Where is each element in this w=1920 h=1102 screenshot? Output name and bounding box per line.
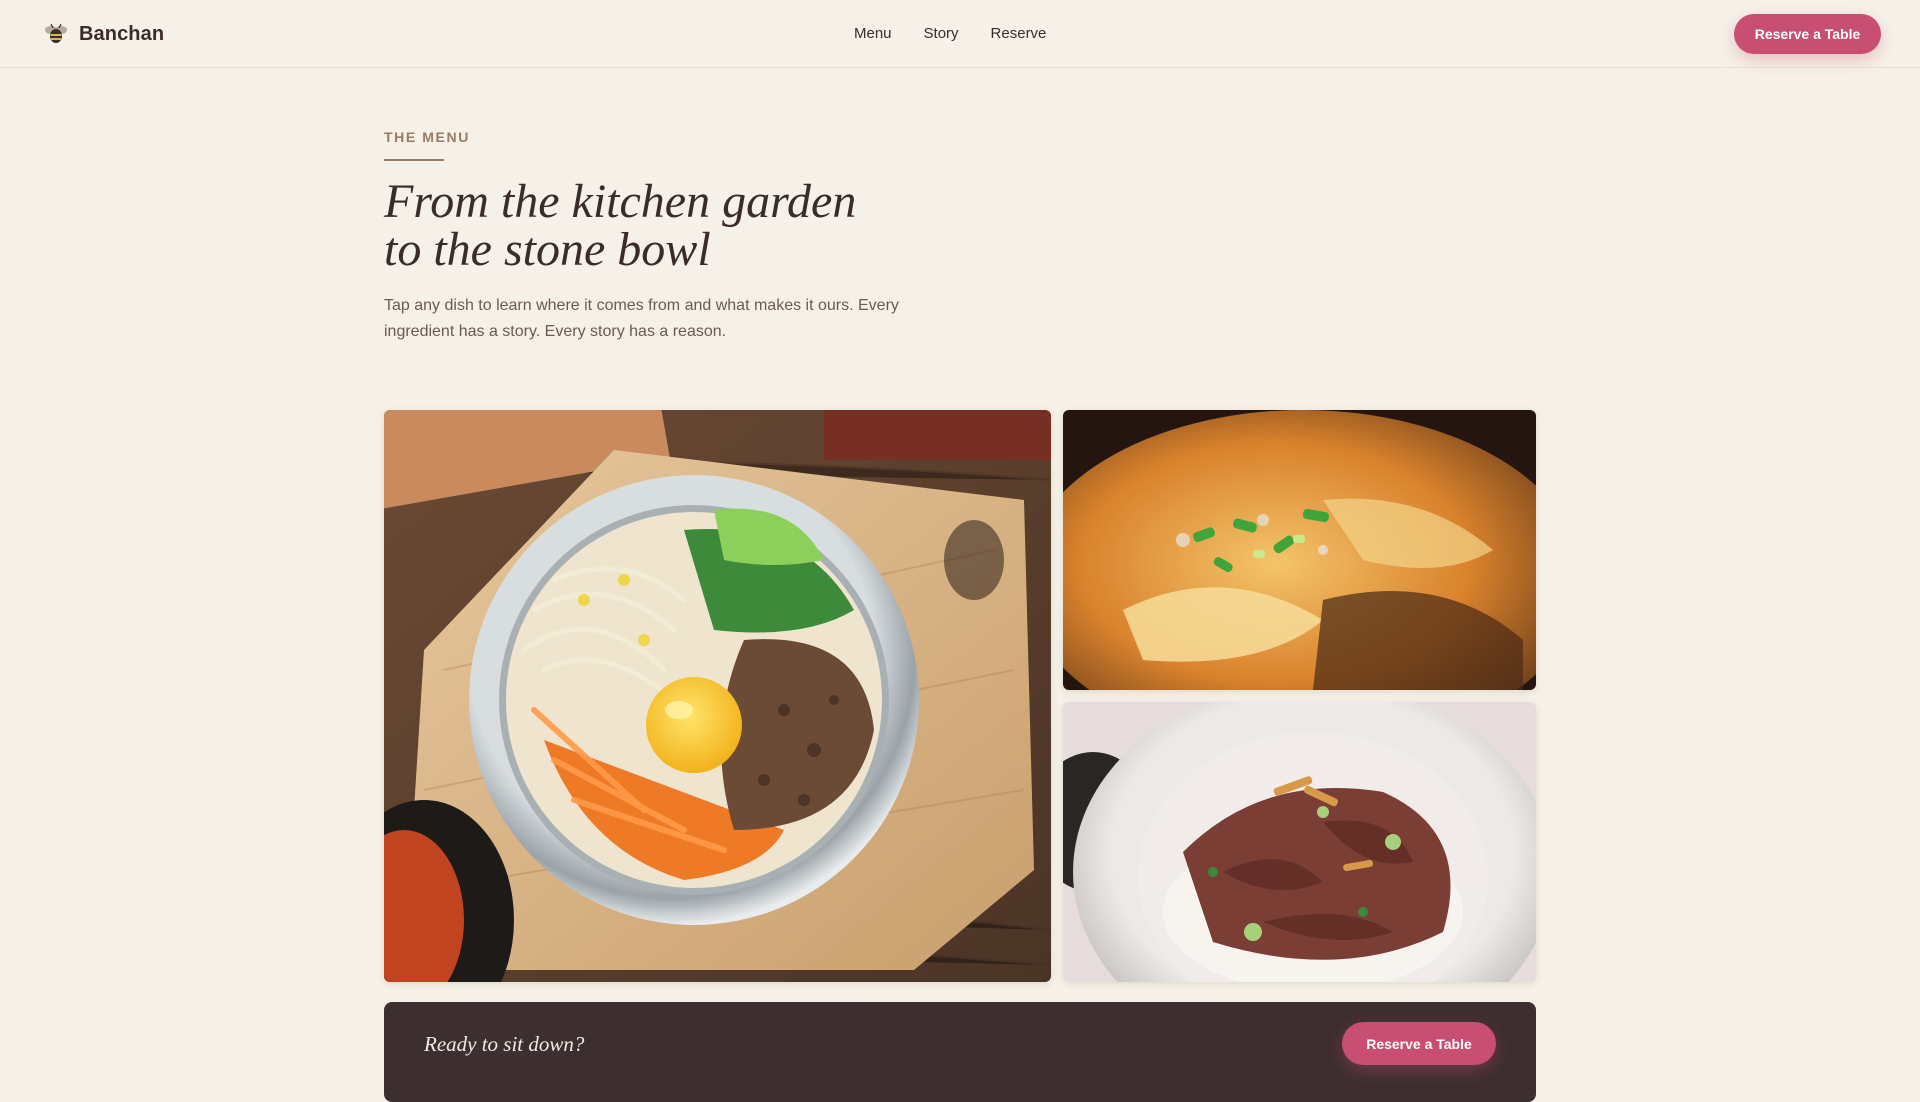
reserve-cta-band: Ready to sit down? Reserve a Table [384, 1002, 1536, 1102]
page-title: From the kitchen garden to the stone bow… [384, 178, 984, 274]
sundubu-stew-photo [1063, 410, 1536, 690]
dish-tile-bibimbap[interactable] [384, 410, 1051, 982]
nav-item-story[interactable]: Story [924, 24, 959, 44]
page-title-line-2: to the stone bowl [384, 223, 711, 276]
brand-name: Banchan [79, 22, 165, 45]
nav-item-reserve[interactable]: Reserve [991, 24, 1047, 44]
bibimbap-photo [384, 410, 1051, 982]
section-eyebrow: THE MENU [384, 129, 470, 145]
bee-icon [45, 23, 67, 43]
intro-description: Tap any dish to learn where it comes fro… [384, 297, 899, 340]
brand-link[interactable]: Banchan [43, 20, 164, 48]
main-nav: Menu Story Reserve [854, 24, 1046, 44]
cta-reserve-button[interactable]: Reserve a Table [1342, 1022, 1496, 1065]
eyebrow-divider [384, 159, 444, 161]
site-header: Banchan Menu Story Reserve Reserve a Tab… [0, 0, 1920, 68]
bulgogi-rice-bowl-photo [1063, 702, 1536, 982]
nav-item-menu[interactable]: Menu [854, 24, 892, 44]
dish-tile-bulgogi-rice-bowl[interactable] [1063, 702, 1536, 982]
dish-tile-sundubu-stew[interactable] [1063, 410, 1536, 690]
header-reserve-button[interactable]: Reserve a Table [1734, 14, 1881, 54]
cta-text: Ready to sit down? [424, 1032, 585, 1056]
page-title-line-1: From the kitchen garden [384, 175, 857, 228]
